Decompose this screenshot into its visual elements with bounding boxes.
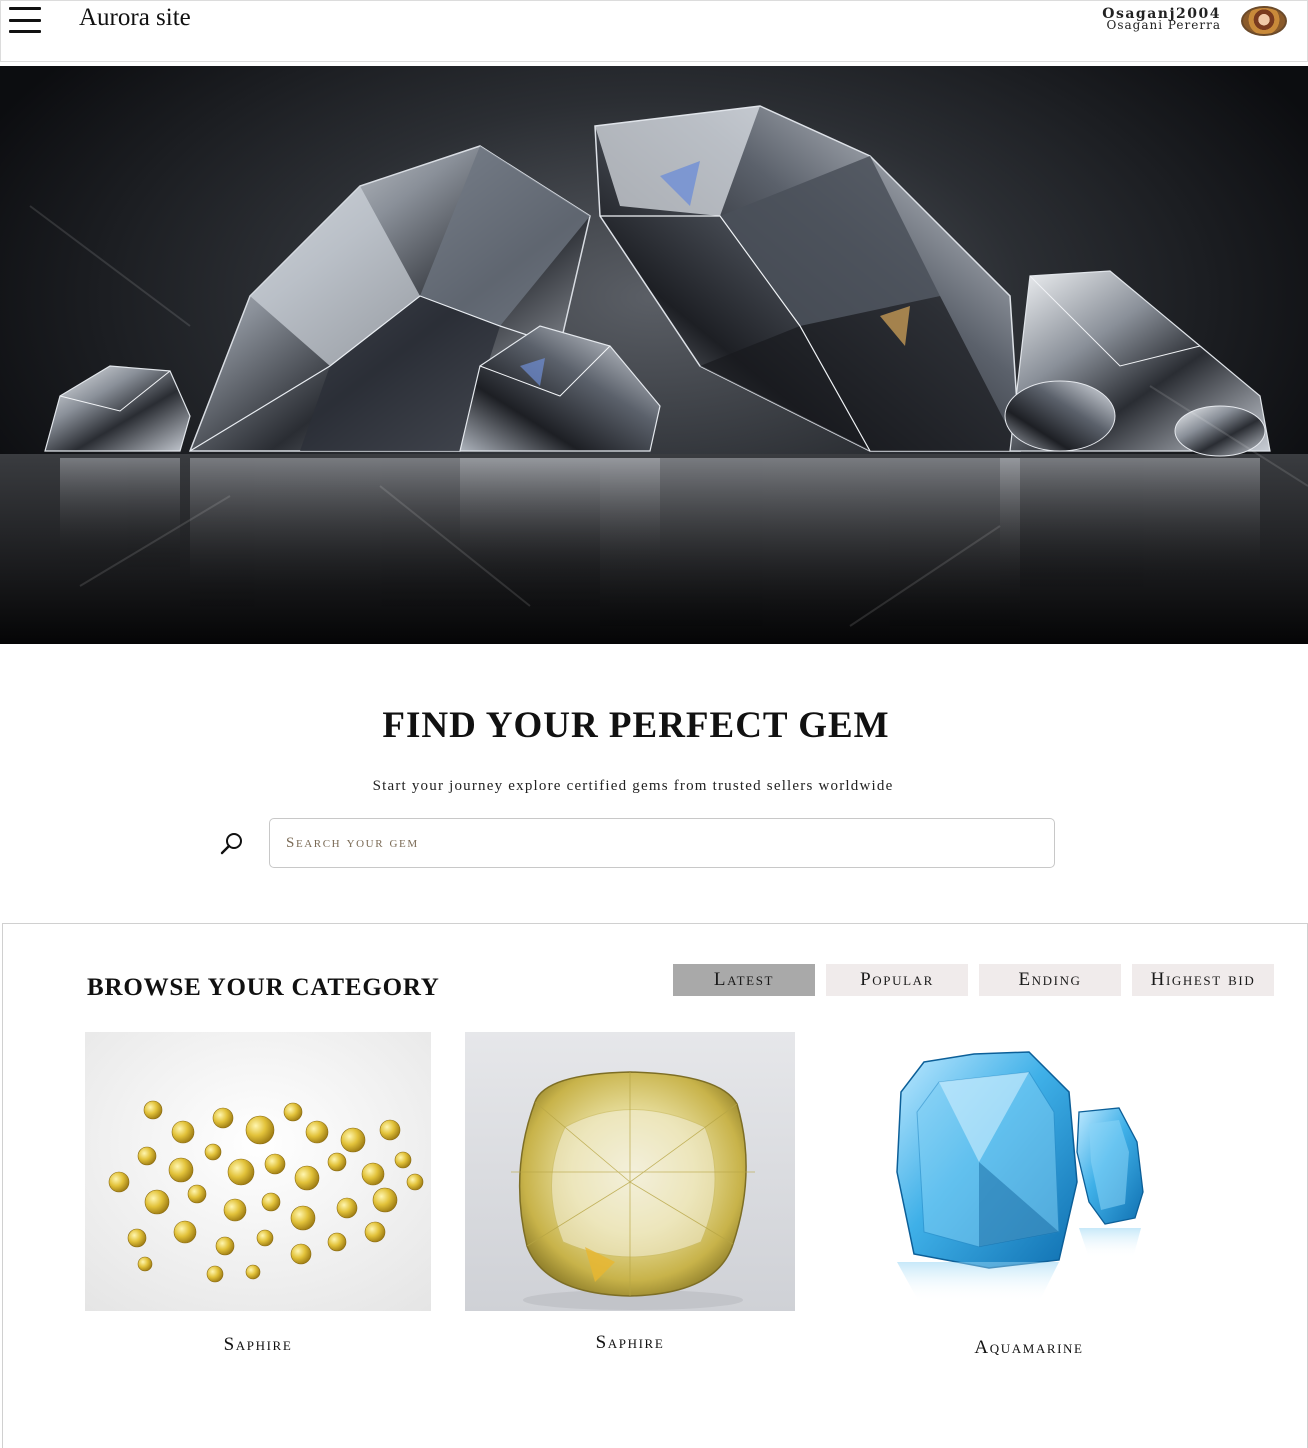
cushion-cut-yellow-sapphire-image: [465, 1032, 795, 1311]
gem-card-name: Saphire: [595, 1332, 665, 1353]
scattered-yellow-sapphires-image: [85, 1032, 431, 1311]
find-gem-subtitle: Start your journey explore certified gem…: [372, 778, 894, 794]
user-avatar[interactable]: [1241, 6, 1287, 36]
search-icon[interactable]: [220, 831, 244, 855]
gem-card-name: Saphire: [223, 1334, 293, 1355]
top-navigation-bar: Aurora site Osaganj2004 Osagani Pererra: [0, 0, 1308, 62]
browse-category-heading: BROWSE YOUR CATEGORY: [87, 974, 440, 1001]
user-info[interactable]: Osaganj2004 Osagani Pererra: [1102, 7, 1221, 32]
site-title[interactable]: Aurora site: [79, 4, 191, 32]
user-fullname: Osagani Pererra: [1106, 18, 1221, 32]
gem-card-saphire-1[interactable]: Saphire: [85, 1032, 431, 1355]
diamonds-illustration: [0, 105, 1308, 644]
browse-category-panel: BROWSE YOUR CATEGORY Latest Popular Endi…: [2, 923, 1308, 1448]
hamburger-menu-icon[interactable]: [9, 7, 41, 33]
tab-ending[interactable]: Ending: [979, 964, 1121, 996]
gem-card-aquamarine[interactable]: Aquamarine: [879, 1032, 1179, 1358]
gem-card-saphire-2[interactable]: Saphire: [465, 1032, 795, 1353]
emerald-cut-blue-aquamarines-image: [879, 1032, 1179, 1311]
search-input[interactable]: [269, 818, 1055, 868]
find-gem-heading: FIND YOUR PERFECT GEM: [382, 705, 890, 746]
sort-tabs: Latest Popular Ending Highest bid: [673, 964, 1274, 996]
tab-popular[interactable]: Popular: [826, 964, 968, 996]
tab-highest-bid[interactable]: Highest bid: [1132, 964, 1274, 996]
hero-banner-image: [0, 66, 1308, 644]
tab-latest[interactable]: Latest: [673, 964, 815, 996]
gem-card-name: Aquamarine: [974, 1337, 1084, 1358]
